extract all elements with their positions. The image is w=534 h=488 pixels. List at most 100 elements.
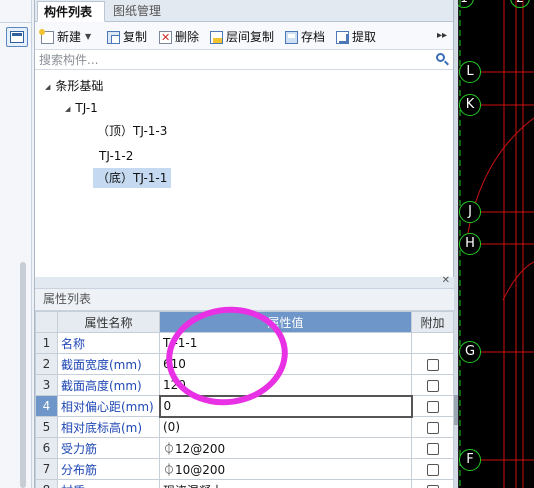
property-name: 相对底标高(m) bbox=[57, 416, 160, 438]
tree-node-label: TJ-1 bbox=[75, 101, 98, 115]
extra-checkbox[interactable] bbox=[426, 442, 439, 455]
layout-view-button[interactable] bbox=[6, 27, 28, 47]
row-number: 8 bbox=[35, 479, 58, 488]
table-row[interactable]: 5 相对底标高(m) (0) bbox=[35, 416, 454, 438]
copy-icon bbox=[107, 30, 120, 44]
extra-checkbox[interactable] bbox=[426, 463, 439, 476]
divider bbox=[0, 22, 32, 23]
property-table: 属性名称 属性值 附加 1 名称 TJ-1-1 2 截面宽度(mm) 610 3… bbox=[35, 311, 454, 488]
row-number: 3 bbox=[35, 374, 58, 396]
tree-node-tj-1[interactable]: ◢ TJ-1 bbox=[65, 98, 98, 118]
property-name: 相对偏心距(mm) bbox=[57, 395, 160, 417]
window-icon bbox=[10, 31, 24, 43]
property-value[interactable]: 120 bbox=[159, 374, 412, 396]
toolbar-overflow-icon[interactable]: ▸▸ bbox=[437, 30, 447, 41]
column-header-value[interactable]: 属性值 bbox=[159, 311, 412, 333]
row-number: 2 bbox=[35, 353, 58, 375]
axis-marker-G: G bbox=[459, 341, 481, 363]
row-number: 1 bbox=[35, 332, 58, 354]
row-number-header bbox=[35, 311, 58, 333]
delete-label: 删除 bbox=[175, 30, 200, 44]
delete-button[interactable]: 删除 bbox=[159, 29, 200, 46]
axis-marker-F: F bbox=[459, 449, 481, 471]
pane-splitter[interactable]: ✕ bbox=[35, 275, 455, 289]
property-name: 材质 bbox=[57, 479, 160, 488]
property-name: 分布筋 bbox=[57, 458, 160, 480]
component-panel: 构件列表 图纸管理 新建 ▼ 复制 删除 层间复制 存档 提取 ▸▸ bbox=[34, 0, 455, 488]
property-value-editor[interactable]: 0 bbox=[158, 394, 413, 418]
floor-copy-icon bbox=[210, 30, 223, 44]
extra-cell bbox=[411, 458, 454, 480]
table-row[interactable]: 1 名称 TJ-1-1 bbox=[35, 332, 454, 354]
table-row[interactable]: 7 分布筋 ⏀10@200 bbox=[35, 458, 454, 480]
property-name: 名称 bbox=[57, 332, 160, 354]
column-header-extra[interactable]: 附加 bbox=[411, 311, 454, 333]
archive-label: 存档 bbox=[301, 30, 326, 44]
extra-cell bbox=[411, 437, 454, 459]
search-input[interactable] bbox=[35, 50, 453, 69]
property-value[interactable]: TJ-1-1 bbox=[159, 332, 412, 354]
new-label: 新建 bbox=[57, 30, 82, 44]
property-value[interactable]: 现浇混凝土 bbox=[159, 479, 412, 488]
component-toolbar: 新建 ▼ 复制 删除 层间复制 存档 提取 ▸▸ bbox=[35, 22, 453, 50]
cad-canvas[interactable]: 1 2 L K J H G F bbox=[458, 0, 534, 488]
table-row[interactable]: 8 材质 现浇混凝土 bbox=[35, 479, 454, 488]
extra-checkbox[interactable] bbox=[426, 421, 439, 434]
tab-component-list[interactable]: 构件列表 bbox=[37, 1, 105, 22]
component-search bbox=[35, 50, 453, 70]
property-list-title: 属性列表 bbox=[35, 289, 455, 311]
table-row[interactable]: 4 相对偏心距(mm) 0 bbox=[35, 394, 454, 418]
axis-marker-J: J bbox=[459, 201, 481, 223]
column-header-name[interactable]: 属性名称 bbox=[57, 311, 160, 333]
tree-node-strip-foundation[interactable]: ◢ 条形基础 bbox=[45, 76, 103, 96]
extra-cell bbox=[411, 395, 454, 417]
axis-marker-K: K bbox=[459, 94, 481, 116]
axis-marker-H: H bbox=[459, 233, 481, 255]
property-name: 截面高度(mm) bbox=[57, 374, 160, 396]
scrollbar[interactable] bbox=[20, 262, 26, 488]
close-icon[interactable]: ✕ bbox=[442, 275, 450, 286]
property-value[interactable]: 610 bbox=[159, 353, 412, 375]
extract-label: 提取 bbox=[352, 30, 377, 44]
extra-checkbox[interactable] bbox=[426, 379, 439, 392]
tree-leaf-tj-1-3[interactable]: （顶）TJ-1-3 bbox=[97, 121, 167, 141]
copy-label: 复制 bbox=[123, 30, 148, 44]
property-value[interactable]: (0) bbox=[159, 416, 412, 438]
archive-icon bbox=[285, 30, 298, 44]
floor-copy-button[interactable]: 层间复制 bbox=[210, 29, 274, 45]
new-icon bbox=[39, 28, 54, 44]
property-value[interactable]: ⏀10@200 bbox=[159, 458, 412, 480]
copy-button[interactable]: 复制 bbox=[107, 29, 147, 45]
table-row[interactable]: 3 截面高度(mm) 120 bbox=[35, 374, 454, 396]
extract-button[interactable]: 提取 bbox=[336, 29, 376, 45]
tree-leaf-tj-1-2[interactable]: TJ-1-2 bbox=[99, 146, 133, 166]
collapse-triangle-icon[interactable]: ◢ bbox=[45, 77, 50, 97]
tab-drawing-management[interactable]: 图纸管理 bbox=[107, 1, 169, 22]
extra-cell bbox=[411, 374, 454, 396]
extra-checkbox[interactable] bbox=[426, 400, 439, 413]
row-number: 6 bbox=[35, 437, 58, 459]
component-tree: ◢ 条形基础 ◢ TJ-1 （顶）TJ-1-3 TJ-1-2 （底）TJ-1-1 bbox=[35, 70, 453, 290]
collapse-triangle-icon[interactable]: ◢ bbox=[65, 99, 70, 119]
extra-checkbox[interactable] bbox=[426, 358, 439, 371]
tree-leaf-tj-1-1[interactable]: （底）TJ-1-1 bbox=[93, 168, 172, 188]
table-header-row: 属性名称 属性值 附加 bbox=[35, 311, 454, 333]
table-row[interactable]: 6 受力筋 ⏀12@200 bbox=[35, 437, 454, 459]
extra-cell bbox=[411, 332, 454, 354]
delete-icon bbox=[159, 30, 172, 46]
axis-marker-L: L bbox=[459, 61, 481, 83]
row-number: 5 bbox=[35, 416, 58, 438]
extract-icon bbox=[336, 30, 349, 44]
search-icon[interactable] bbox=[436, 53, 445, 62]
new-button[interactable]: 新建 ▼ bbox=[39, 28, 91, 45]
row-number: 7 bbox=[35, 458, 58, 480]
chevron-down-icon[interactable]: ▼ bbox=[85, 29, 91, 45]
property-name: 受力筋 bbox=[57, 437, 160, 459]
extra-checkbox[interactable] bbox=[426, 484, 439, 488]
extra-cell bbox=[411, 416, 454, 438]
floor-copy-label: 层间复制 bbox=[226, 30, 275, 44]
property-value[interactable]: ⏀12@200 bbox=[159, 437, 412, 459]
table-row[interactable]: 2 截面宽度(mm) 610 bbox=[35, 353, 454, 375]
extra-cell bbox=[411, 479, 454, 488]
archive-button[interactable]: 存档 bbox=[285, 29, 325, 45]
